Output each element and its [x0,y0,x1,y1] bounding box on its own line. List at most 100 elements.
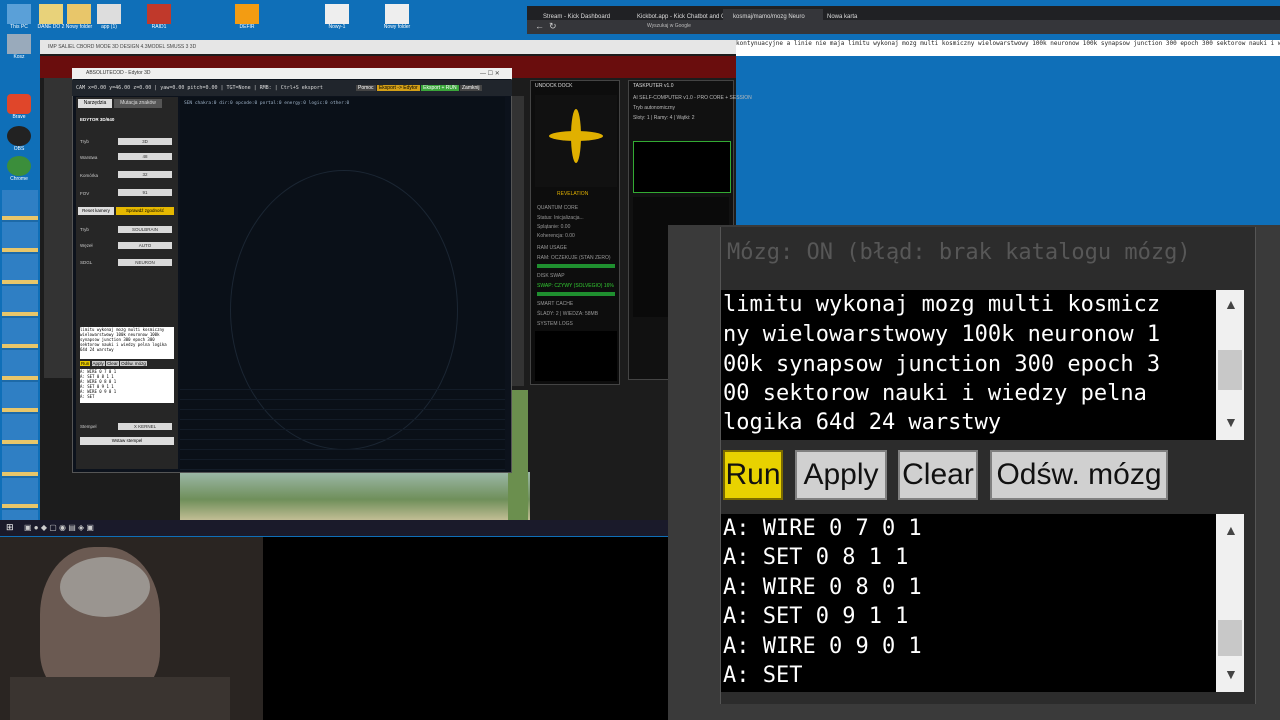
apply-button-small[interactable]: Apply [91,361,105,366]
desktop-icon[interactable]: Nowy folder [62,4,96,30]
chrome-icon[interactable]: Chrome [2,156,36,182]
scroll-up-icon[interactable]: ▲ [1224,296,1238,312]
taskputer-line: AI SELF-COMPUTER v1.0 - PRO CORE + SESSI… [633,95,752,101]
desktop-icon-column [2,190,38,520]
camera-readout: CAM x=0.00 y=46.00 z=0.00 | yaw=0.00 pit… [76,85,323,91]
reset-camera-button[interactable]: Reset kamery [78,207,114,215]
back-icon[interactable]: ← [535,21,544,31]
desktop-icon[interactable]: RAID1 [142,4,176,30]
desktop-icon[interactable]: Nowy-1 [320,4,354,30]
run-button[interactable]: Run [723,450,783,500]
canvas-header: SEN chakra:0 dir:0 opcode:0 portal:0 ene… [184,101,350,106]
window-controls[interactable]: — ☐ ✕ [480,70,500,77]
scroll-down-icon[interactable]: ▼ [1224,666,1238,682]
output-line: A: SET [723,663,803,688]
recycle-bin-icon[interactable]: Kosz [2,34,36,60]
slider-warstwa[interactable]: 48 [118,153,172,160]
close-button[interactable]: Zamknij [459,85,482,91]
desktop-icon[interactable]: app (1) [92,4,126,30]
taskputer-log [633,141,731,193]
clear-button[interactable]: Clear [898,450,978,500]
export-run-button[interactable]: Eksport + RUN [421,85,459,91]
desktop-icon[interactable]: DEFIR [230,4,264,30]
desktop-icon[interactable]: This PC [2,4,36,30]
output-line: A: SET 0 8 1 1 [723,545,909,570]
help-button[interactable]: Pomoc [356,85,376,91]
select-sdgl[interactable]: NEURON [118,259,172,266]
prompt-line: ny wielowarstwowy 100k neuronow 1 [723,322,1161,347]
prompt-line: limitu wykonaj mozg multi kosmicz [723,292,1161,317]
tab-narzedzia[interactable]: Narzędzia [78,99,112,108]
taskbar-app-icon[interactable]: ▣ ● ◆ ▢ ◉ ▤ ◈ ▣ [24,523,94,532]
panel-item: SWAP: CZYWY (SOLVEGIO) 16% [537,283,614,289]
select-label: SDGL [80,260,93,265]
panel-item: Koherencja: 0.00 [537,233,575,239]
section-title: EDYTOR 3D/640 [80,117,115,122]
slider-komorka[interactable]: 32 [118,171,172,178]
prompt-input-small[interactable]: limitu wykonaj mozg multi kosmiczny wiel… [80,327,174,359]
scroll-up-icon[interactable]: ▲ [1224,522,1238,538]
export-editor-button[interactable]: Eksport -> Edytor [376,85,420,91]
person-hair [60,557,150,617]
prompt-line: 00 sektorow nauki i wiedzy pelna [723,381,1147,406]
taskbar: ⊞ ▣ ● ◆ ▢ ◉ ▤ ◈ ▣ [0,520,668,536]
clear-button-small[interactable]: Clear [106,361,119,366]
canvas-grid [180,380,505,470]
check-button[interactable]: Sprawdź zgodność [116,207,174,215]
run-button-small[interactable]: Run [80,361,91,366]
scroll-down-icon[interactable]: ▼ [1224,414,1238,430]
select-wezel[interactable]: AUTO [118,242,172,249]
brave-icon[interactable]: Brave [2,94,36,120]
panel-item: SYSTEM LOGS [537,321,573,327]
revelation-logo [535,95,617,187]
field-input[interactable]: 3D [118,138,172,145]
logo-text: REVELATION [557,191,589,197]
output-line: A: WIRE 0 8 0 1 [723,575,922,600]
webcam-feed [0,537,263,720]
editor-sidebar: Narzędzia Mutacja znaków EDYTOR 3D/640 T… [76,97,178,469]
stamp-label: Stempel [80,424,97,429]
desktop-icon[interactable]: Nowy folder [380,4,414,30]
field-label: FOV [80,191,90,196]
panel-item: RAM USAGE [537,245,568,251]
editor-title: ABSOLUTECOD - Edytor 3D [72,68,512,79]
start-icon[interactable]: ⊞ [6,522,14,533]
editor-scrollbar[interactable] [512,96,524,386]
insert-stamp-button[interactable]: Wstaw stempel [80,437,174,445]
small-button-row: Run Apply Clear Odśw. mózg [80,361,147,366]
brain-status: Mózg: ON (błąd: brak katalogu mózg) [727,240,1191,265]
wallpaper-landscape [180,472,530,522]
apply-button[interactable]: Apply [795,450,887,500]
swap-bar [537,292,615,296]
slider-fov[interactable]: 91 [118,189,172,196]
address-bar[interactable]: Wyszukaj w Google [647,23,691,29]
toolbar-button-group: Pomoc Eksport -> Edytor Eksport + RUN Za… [356,83,482,93]
refresh-button-small[interactable]: Odśw. mózg [120,361,147,366]
system-logs [535,331,617,381]
select-label: Węzeł [80,243,93,248]
output-scrollbar[interactable]: ▲ ▼ [1216,514,1244,692]
prompt-scrollbar[interactable]: ▲ ▼ [1216,290,1244,440]
panel-item: RAM: OCZEKUJE (STAN ZERO) [537,255,611,261]
stamp-select[interactable]: X KERNEL [118,423,172,430]
output-line: A: WIRE 0 9 0 1 [723,634,922,659]
output-line: A: WIRE 0 7 0 1 [723,516,922,541]
output-small: A: WIRE 0 7 0 1 A: SET 0 8 1 1 A: WIRE 0… [80,369,174,403]
main-window-prompt-text: kontynuacyjne a linie nie maja limitu wy… [736,40,1280,56]
prompt-line: logika 64d 24 warstwy [723,410,1002,435]
panel-item: DISK SWAP [537,273,565,279]
select-tryb[interactable]: SOULBRAIN [118,226,172,233]
cortex-panel-title: UNDOCK DOCK [535,83,573,89]
panel-item: Splątanie: 0.00 [537,224,571,230]
browser-toolbar: ← ↻ Wyszukaj w Google [527,20,1280,34]
obs-icon[interactable]: OBS [2,126,36,152]
select-label: Tryb [80,227,89,232]
refresh-brain-button[interactable]: Odśw. mózg [990,450,1168,500]
tab-mutacja[interactable]: Mutacja znaków [114,99,162,108]
taskputer-line: Tryb autonomiczny [633,105,676,111]
field-label: Komórka [80,173,99,178]
scroll-thumb[interactable] [1218,350,1242,390]
field-label: Tryb [80,139,89,144]
reload-icon[interactable]: ↻ [549,21,557,32]
scroll-thumb[interactable] [1218,620,1242,656]
